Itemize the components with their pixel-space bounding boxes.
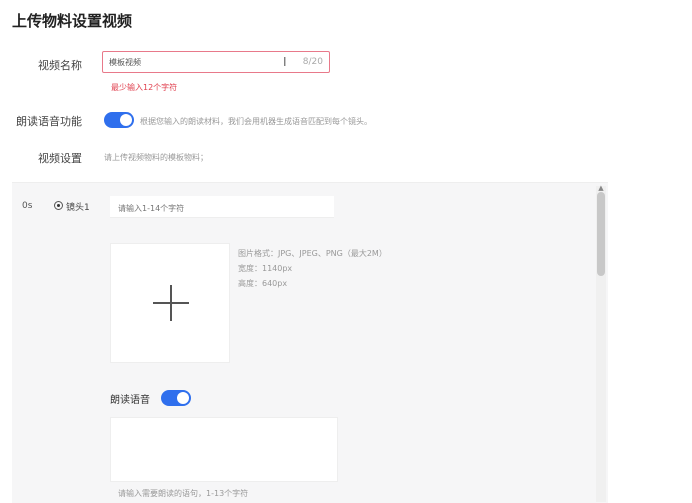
video-name-error: 最少输入12个字符	[111, 83, 178, 92]
shot-voice-toggle[interactable]	[161, 390, 191, 406]
scroll-up-icon[interactable]: ▲	[597, 184, 605, 192]
shot-text-field[interactable]	[110, 196, 334, 220]
shot-label: 镜头1	[66, 203, 90, 213]
radio-selected-icon[interactable]	[54, 201, 63, 210]
video-settings-hint: 请上传视频物料的模板物料；	[104, 153, 208, 162]
plus-icon-vertical	[170, 285, 172, 321]
read-voice-label: 朗读语音功能	[16, 115, 82, 128]
shot-text-input[interactable]	[110, 197, 326, 220]
video-name-label: 视频名称	[38, 59, 82, 72]
character-counter: 8/20	[302, 57, 323, 67]
page-title: 上传物料设置视频	[12, 12, 133, 30]
text-cursor-icon: I	[283, 55, 287, 69]
toggle-knob	[177, 392, 189, 404]
read-voice-hint: 根据您输入的朗读材料，我们会用机器生成语音匹配到每个镜头。	[140, 117, 372, 126]
video-settings-label: 视频设置	[38, 152, 82, 165]
toggle-knob	[120, 114, 132, 126]
video-name-field[interactable]: I 8/20	[102, 51, 330, 73]
video-name-input[interactable]	[109, 55, 279, 69]
scrollbar[interactable]: ▲	[596, 184, 606, 502]
voice-text-area[interactable]	[110, 417, 338, 482]
read-voice-toggle[interactable]	[104, 112, 134, 128]
voice-text-hint: 请输入需要朗读的语句，1-13个字符	[118, 489, 249, 498]
image-width-spec: 宽度：1140px	[238, 264, 293, 273]
image-format-spec: 图片格式：JPG、JPEG、PNG（最大2M）	[238, 249, 387, 258]
scrollbar-thumb[interactable]	[597, 192, 605, 276]
shot-time: 0s	[22, 201, 33, 211]
image-height-spec: 高度：640px	[238, 279, 288, 288]
shot-voice-label: 朗读语音	[110, 395, 150, 406]
image-upload-box[interactable]	[110, 243, 230, 363]
